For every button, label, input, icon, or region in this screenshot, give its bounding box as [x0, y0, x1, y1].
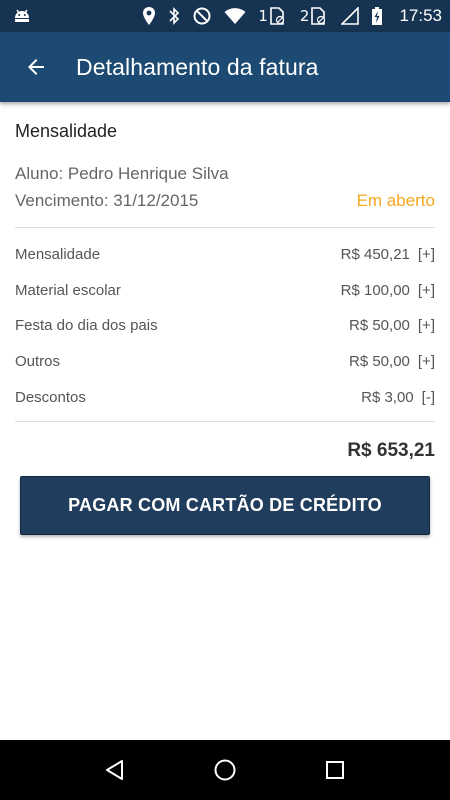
- nav-home-button[interactable]: [195, 740, 255, 800]
- expand-toggle[interactable]: [+]: [418, 353, 435, 370]
- item-label: Descontos: [15, 388, 86, 406]
- square-recents-icon: [326, 761, 344, 779]
- sim1-label: 1: [258, 7, 268, 25]
- invoice-item: Material escolar R$ 100,00 [+]: [15, 273, 435, 309]
- item-amount: R$ 3,00: [361, 388, 414, 406]
- student-line: Aluno: Pedro Henrique Silva: [15, 160, 435, 187]
- signal-icon: [341, 7, 360, 25]
- collapse-toggle[interactable]: [-]: [422, 389, 435, 406]
- expand-toggle[interactable]: [+]: [418, 282, 435, 299]
- screen: 1 2 17:53 Detalhamento da fatura Mensali…: [0, 0, 450, 800]
- status-badge: Em aberto: [356, 191, 435, 210]
- item-label: Mensalidade: [15, 246, 101, 264]
- invoice-section-title: Mensalidade: [15, 121, 118, 141]
- app-bar: Detalhamento da fatura: [0, 32, 450, 102]
- android-debug-icon: [12, 6, 32, 26]
- triangle-back-icon: [106, 760, 123, 780]
- invoice-items-list: Mensalidade R$ 450,21 [+] Material escola…: [15, 228, 435, 421]
- invoice-item: Festa do dia dos pais R$ 50,00 [+]: [15, 308, 435, 344]
- item-amount: R$ 450,21: [340, 246, 410, 264]
- status-bar: 1 2 17:53: [0, 0, 450, 32]
- sim2-label: 2: [299, 7, 310, 25]
- item-label: Festa do dia dos pais: [15, 317, 158, 335]
- sim-card-icon: [311, 7, 326, 25]
- location-icon: [142, 6, 156, 26]
- clock: 17:53: [399, 6, 442, 25]
- status-icons: 1 2 17:53: [142, 0, 442, 32]
- nav-back-button[interactable]: [85, 740, 145, 800]
- back-button[interactable]: [0, 32, 72, 102]
- invoice-item: Outros R$ 50,00 [+]: [15, 344, 435, 380]
- page-title: Detalhamento da fatura: [76, 53, 319, 80]
- arrow-back-icon: [28, 59, 44, 75]
- battery-icon: [371, 6, 383, 26]
- sim-card-icon: [270, 7, 285, 25]
- item-label: Material escolar: [15, 281, 121, 299]
- circle-home-icon: [214, 759, 236, 781]
- student-name: Aluno: Pedro Henrique Silva: [15, 164, 229, 183]
- item-label: Outros: [15, 353, 61, 371]
- item-amount: R$ 50,00: [349, 317, 410, 335]
- bluetooth-icon: [168, 6, 180, 26]
- invoice-details: Mensalidade Aluno: Pedro Henrique Silva …: [0, 102, 450, 462]
- divider: [15, 420, 435, 422]
- navigation-bar: [0, 740, 450, 800]
- expand-toggle[interactable]: [+]: [418, 246, 435, 263]
- invoice-info: Aluno: Pedro Henrique Silva Vencimento: …: [15, 160, 435, 214]
- sim1-signal: 1: [258, 6, 288, 26]
- item-amount: R$ 50,00: [349, 353, 410, 371]
- due-date: Vencimento: 31/12/2015: [15, 191, 199, 210]
- invoice-total: R$ 653,21: [347, 439, 435, 461]
- nav-recents-button[interactable]: [305, 740, 365, 800]
- wifi-icon: [224, 7, 246, 25]
- do-not-disturb-icon: [192, 6, 212, 26]
- pay-with-credit-card-button[interactable]: PAGAR COM CARTÃO DE CRÉDITO: [20, 476, 430, 535]
- expand-toggle[interactable]: [+]: [418, 317, 435, 334]
- item-amount: R$ 100,00: [340, 281, 410, 299]
- due-date-line: Vencimento: 31/12/2015 Em aberto: [15, 187, 435, 214]
- invoice-item: Mensalidade R$ 450,21 [+]: [15, 237, 435, 273]
- sim2-signal: 2: [300, 6, 330, 26]
- invoice-item: Descontos R$ 3,00 [-]: [15, 379, 435, 415]
